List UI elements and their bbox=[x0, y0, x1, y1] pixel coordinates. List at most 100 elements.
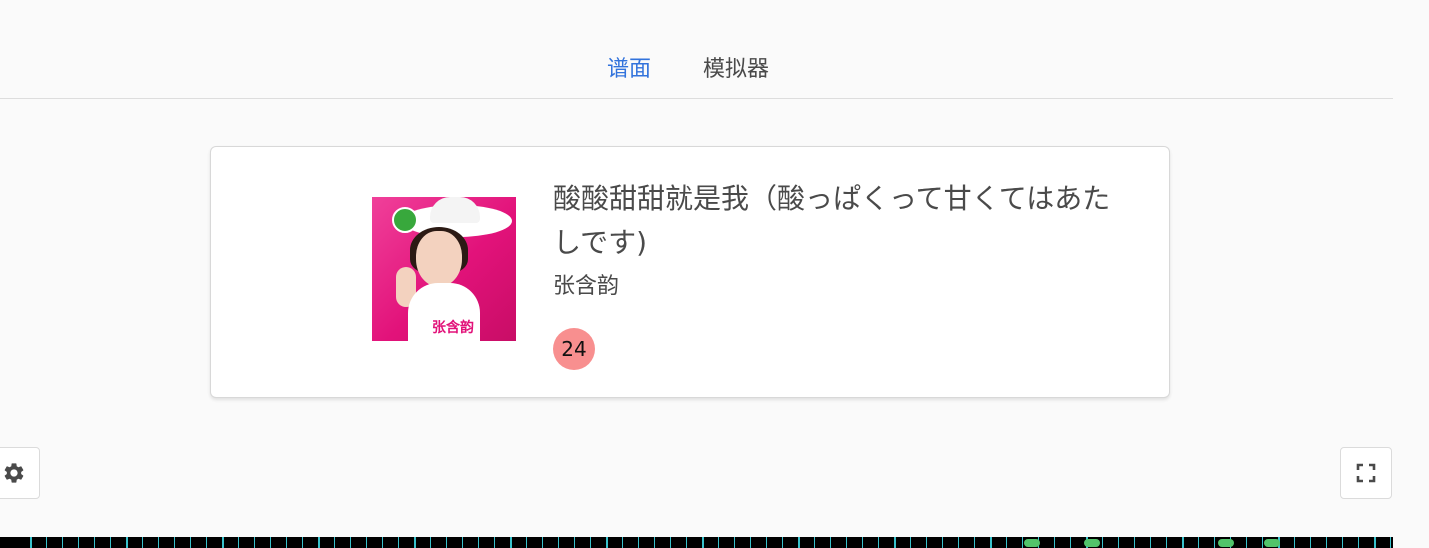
chart-note bbox=[1024, 539, 1040, 547]
chart-grid-line bbox=[94, 537, 95, 548]
chart-grid-line bbox=[846, 537, 847, 548]
chart-grid-line bbox=[894, 537, 896, 548]
chart-grid-line bbox=[926, 537, 927, 548]
chart-grid-line bbox=[1182, 537, 1184, 548]
chart-grid-line bbox=[30, 537, 32, 548]
chart-grid-line bbox=[910, 537, 911, 548]
chart-grid-line bbox=[366, 537, 367, 548]
chart-grid-line bbox=[126, 537, 128, 548]
chart-grid-line bbox=[622, 537, 623, 548]
cover-hat-top bbox=[430, 197, 480, 223]
chart-grid-line bbox=[142, 537, 143, 548]
chart-grid-line bbox=[606, 537, 608, 548]
chart-grid-line bbox=[462, 537, 463, 548]
chart-grid-line bbox=[638, 537, 639, 548]
chart-grid-line bbox=[478, 537, 479, 548]
chart-grid-line bbox=[1166, 537, 1167, 548]
chart-grid-line bbox=[974, 537, 975, 548]
chart-grid-line bbox=[814, 537, 815, 548]
chart-grid-line bbox=[446, 537, 447, 548]
chart-grid-line bbox=[654, 537, 655, 548]
chart-grid-line bbox=[382, 537, 383, 548]
chart-grid-line bbox=[782, 537, 783, 548]
fullscreen-icon bbox=[1356, 463, 1376, 483]
chart-grid-line bbox=[750, 537, 751, 548]
chart-grid-line bbox=[558, 537, 559, 548]
cover-logo bbox=[392, 207, 418, 233]
chart-grid-line bbox=[1118, 537, 1119, 548]
chart-grid-line bbox=[1070, 537, 1071, 548]
chart-grid-line bbox=[734, 537, 735, 548]
chart-grid-line bbox=[174, 537, 175, 548]
song-card: 张含韵 酸酸甜甜就是我（酸っぱくって甘くてはあたしです) 张含韵 24 bbox=[210, 146, 1170, 398]
chart-grid-line bbox=[1246, 537, 1247, 548]
page: 谱面 模拟器 张含韵 酸酸甜甜就是我（酸っぱくって甘くてはあたしです) 张含韵 … bbox=[0, 0, 1429, 548]
chart-grid-line bbox=[1134, 537, 1135, 548]
chart-grid-line bbox=[398, 537, 399, 548]
chart-grid-line bbox=[302, 537, 303, 548]
chart-grid-line bbox=[1390, 537, 1391, 548]
chart-grid-line bbox=[718, 537, 719, 548]
settings-button[interactable] bbox=[0, 447, 40, 499]
chart-grid-line bbox=[334, 537, 335, 548]
song-artist: 张含韵 bbox=[553, 274, 620, 299]
chart-grid-line bbox=[942, 537, 943, 548]
chart-grid-line bbox=[1326, 537, 1327, 548]
chart-grid-line bbox=[958, 537, 959, 548]
song-title: 酸酸甜甜就是我（酸っぱくって甘くてはあたしです) bbox=[553, 182, 1111, 259]
cover-artist-text: 张含韵 bbox=[432, 320, 474, 336]
level-badge: 24 bbox=[553, 328, 595, 370]
fullscreen-button[interactable] bbox=[1340, 447, 1392, 499]
chart-grid-line bbox=[414, 537, 416, 548]
chart-grid-line bbox=[1342, 537, 1343, 548]
chart-preview-strip bbox=[0, 537, 1393, 548]
chart-note bbox=[1084, 539, 1100, 547]
chart-grid-line bbox=[766, 537, 767, 548]
chart-grid-line bbox=[1214, 537, 1215, 548]
chart-grid-line bbox=[110, 537, 111, 548]
chart-grid-line bbox=[1294, 537, 1295, 548]
chart-grid-line bbox=[238, 537, 239, 548]
chart-grid-line bbox=[318, 537, 320, 548]
chart-grid-line bbox=[1054, 537, 1055, 548]
chart-grid-line bbox=[46, 537, 47, 548]
tab-simulator[interactable]: 模拟器 bbox=[703, 52, 769, 88]
chart-grid-line bbox=[222, 537, 224, 548]
chart-grid-line bbox=[830, 537, 831, 548]
gear-icon bbox=[4, 463, 24, 483]
chart-grid-line bbox=[270, 537, 271, 548]
chart-grid-line bbox=[206, 537, 207, 548]
chart-grid-line bbox=[1022, 537, 1023, 548]
chart-grid-line bbox=[798, 537, 800, 548]
chart-grid-line bbox=[1310, 537, 1311, 548]
chart-grid-line bbox=[1102, 537, 1103, 548]
chart-grid-line bbox=[542, 537, 543, 548]
cover-face bbox=[416, 231, 462, 287]
chart-grid-line bbox=[286, 537, 287, 548]
chart-grid-line bbox=[510, 537, 512, 548]
chart-grid-line bbox=[78, 537, 79, 548]
chart-grid-line bbox=[158, 537, 159, 548]
chart-grid-line bbox=[1262, 537, 1263, 548]
tab-bar: 谱面 模拟器 bbox=[0, 0, 1393, 99]
chart-grid-line bbox=[430, 537, 431, 548]
chart-grid-line bbox=[494, 537, 495, 548]
chart-note bbox=[1218, 539, 1234, 547]
chart-grid-line bbox=[862, 537, 863, 548]
chart-grid-line bbox=[1358, 537, 1359, 548]
album-cover: 张含韵 bbox=[372, 197, 516, 341]
chart-grid-line bbox=[686, 537, 687, 548]
chart-note bbox=[1264, 539, 1280, 547]
chart-grid-line bbox=[526, 537, 527, 548]
chart-grid-line bbox=[1150, 537, 1151, 548]
chart-grid-line bbox=[1374, 537, 1376, 548]
chart-grid-line bbox=[574, 537, 575, 548]
chart-grid-line bbox=[254, 537, 255, 548]
chart-grid-line bbox=[990, 537, 992, 548]
chart-grid-line bbox=[590, 537, 591, 548]
tab-score[interactable]: 谱面 bbox=[607, 52, 651, 88]
chart-grid-line bbox=[62, 537, 63, 548]
chart-grid-line bbox=[702, 537, 704, 548]
chart-grid-line bbox=[670, 537, 671, 548]
chart-grid-line bbox=[350, 537, 351, 548]
